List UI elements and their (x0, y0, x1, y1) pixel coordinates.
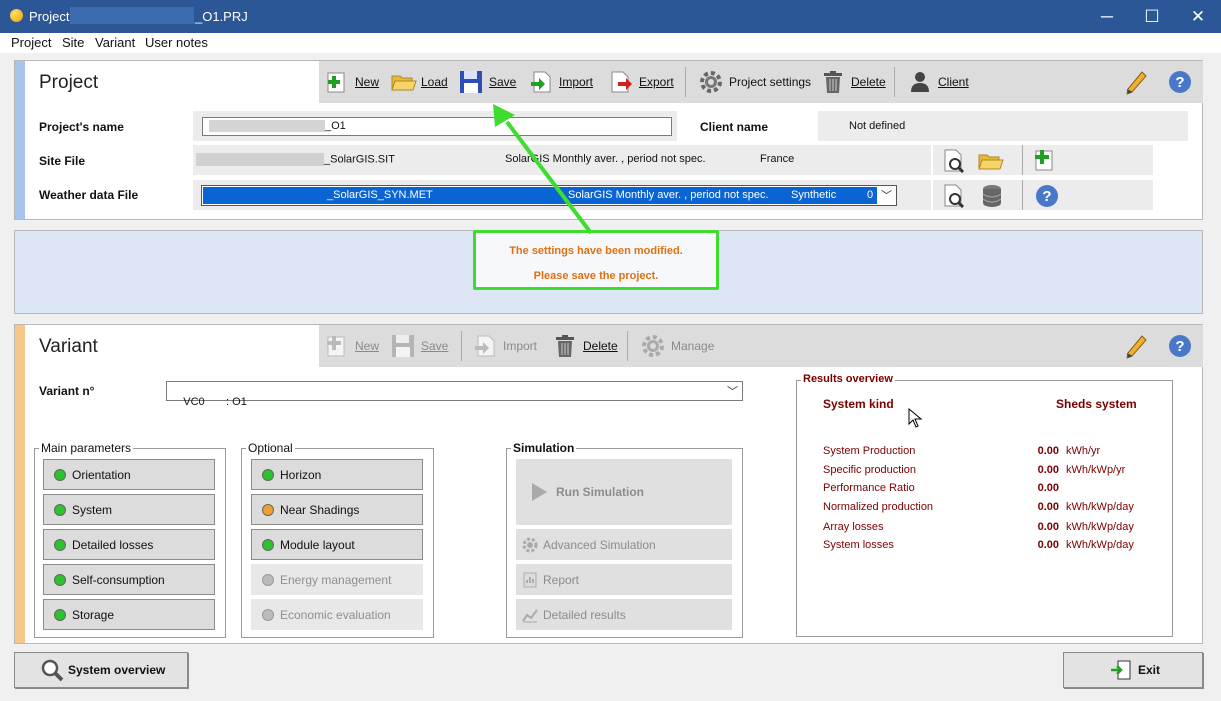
annotation-arrow-head (493, 104, 515, 127)
annotation-arrow-line (505, 120, 593, 235)
annotation-arrow (493, 104, 593, 235)
